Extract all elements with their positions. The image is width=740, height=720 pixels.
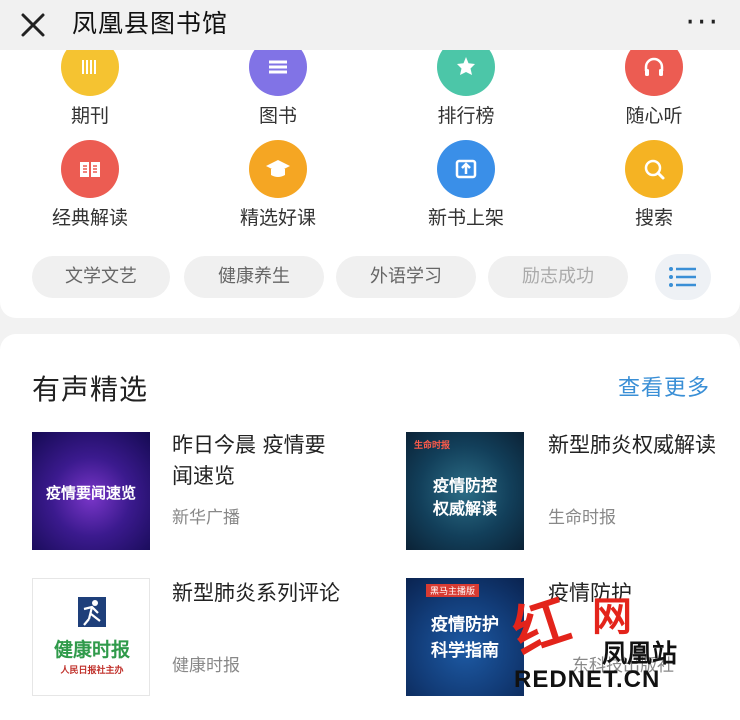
- title-bar: 凤凰县图书馆 ···: [0, 0, 740, 50]
- shortcut-label: 经典解读: [51, 207, 128, 229]
- cover-subtitle: 人民日报社主办: [60, 666, 124, 676]
- shortcut-search[interactable]: 搜索: [584, 140, 724, 229]
- page-title: 凤凰县图书馆: [72, 9, 229, 38]
- section-title: 有声精选: [32, 373, 149, 406]
- audio-cover-3[interactable]: 健康时报 人民日报社主办: [32, 578, 150, 696]
- category-tag-inspiration[interactable]: 励志成功: [488, 256, 628, 298]
- category-tag-language[interactable]: 外语学习: [336, 256, 476, 298]
- cover-caption: 疫情防护: [431, 615, 499, 635]
- rednet-watermark: 红 网 凤凰站 REDNET.CN: [505, 582, 740, 720]
- shortcut-label: 图书: [258, 105, 297, 127]
- audio-cover-2[interactable]: 生命时报 疫情防控 权威解读: [406, 432, 524, 550]
- watermark-hong: 红: [504, 586, 579, 667]
- shortcut-ranking[interactable]: 排行榜: [396, 50, 536, 127]
- shortcut-books[interactable]: 图书: [208, 50, 348, 127]
- category-tag-literature[interactable]: 文学文艺: [32, 256, 170, 298]
- shortcut-courses[interactable]: 精选好课: [208, 140, 348, 229]
- audio-author-2: 生命时报: [548, 508, 616, 528]
- shortcut-label: 排行榜: [437, 105, 495, 127]
- more-options-button[interactable]: ···: [685, 8, 720, 38]
- graduation-cap-icon: [249, 140, 307, 198]
- search-icon: [625, 140, 683, 198]
- cover-caption: 权威解读: [432, 499, 497, 518]
- cover-caption: 疫情防控: [432, 476, 497, 495]
- periodical-icon: [61, 50, 119, 96]
- audio-author-1: 新华广播: [172, 508, 240, 528]
- shortcut-new-books[interactable]: 新书上架: [396, 140, 536, 229]
- audio-title-1[interactable]: 昨日今晨 疫情要闻速览: [172, 430, 342, 492]
- shortcut-classic-reading[interactable]: 经典解读: [20, 140, 160, 229]
- audio-author-3: 健康时报: [172, 656, 240, 676]
- audio-title-2[interactable]: 新型肺炎权威解读: [548, 430, 718, 461]
- runner-logo-icon: [78, 597, 106, 627]
- see-more-link[interactable]: 查看更多: [618, 370, 710, 402]
- shortcut-card: 期刊 图书 排行榜 随心听 经典解读 精选好课 新书上架 搜索 文学文艺 健康养…: [0, 50, 740, 318]
- shortcut-label: 精选好课: [239, 207, 316, 229]
- shortcut-listen[interactable]: 随心听: [584, 50, 724, 127]
- headphones-icon: [625, 50, 683, 96]
- upload-icon: [437, 140, 495, 198]
- shortcut-label: 期刊: [70, 105, 109, 127]
- books-icon: [249, 50, 307, 96]
- cover-caption: 疫情要闻速览: [45, 484, 136, 502]
- cover-brand: 健康时报: [53, 639, 130, 661]
- audio-cover-1[interactable]: 疫情要闻速览: [32, 432, 150, 550]
- ranking-star-icon: [437, 50, 495, 96]
- shortcut-periodical[interactable]: 期刊: [20, 50, 160, 127]
- open-book-icon: [61, 140, 119, 198]
- cover-badge: 黑马主播版: [426, 584, 480, 597]
- watermark-url: REDNET.CN: [514, 666, 661, 693]
- cover-publisher: 生命时报: [414, 441, 451, 451]
- cover-caption: 科学指南: [431, 641, 499, 661]
- shortcut-label: 新书上架: [427, 207, 504, 229]
- list-icon: [669, 267, 696, 287]
- close-icon[interactable]: [16, 8, 50, 42]
- shortcut-label: 随心听: [625, 105, 683, 127]
- watermark-station: 凤凰站: [602, 639, 678, 668]
- category-tag-health[interactable]: 健康养生: [184, 256, 324, 298]
- shortcut-label: 搜索: [634, 207, 673, 229]
- category-menu-button[interactable]: [655, 254, 711, 300]
- audio-title-3[interactable]: 新型肺炎系列评论: [172, 578, 342, 609]
